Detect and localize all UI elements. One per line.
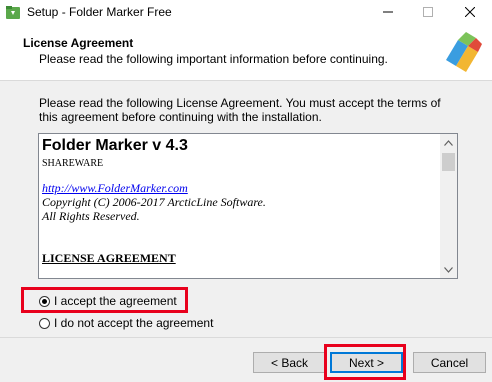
license-edition: SHAREWARE bbox=[42, 158, 104, 169]
decline-option[interactable]: I do not accept the agreement bbox=[39, 316, 213, 330]
maximize-icon bbox=[423, 7, 433, 17]
folder-marker-logo-icon bbox=[446, 32, 482, 72]
chevron-up-icon bbox=[444, 139, 453, 146]
maximize-button[interactable] bbox=[408, 0, 448, 24]
chevron-down-icon bbox=[444, 266, 453, 273]
license-title: Folder Marker v 4.3 bbox=[42, 137, 188, 154]
copyright-text: Copyright (C) 2006-2017 ArcticLine Softw… bbox=[42, 195, 266, 209]
decline-label[interactable]: I do not accept the agreement bbox=[54, 316, 213, 330]
scroll-thumb[interactable] bbox=[442, 153, 455, 171]
website-link[interactable]: http://www.FolderMarker.com bbox=[42, 181, 437, 195]
accept-highlight bbox=[21, 287, 188, 313]
license-content: Folder Marker v 4.3 SHAREWARE http://www… bbox=[42, 136, 437, 266]
close-icon bbox=[465, 7, 475, 17]
license-scrollbar[interactable] bbox=[440, 134, 457, 278]
next-highlight bbox=[324, 344, 406, 380]
wizard-header: License Agreement Please read the follow… bbox=[0, 24, 492, 81]
back-button[interactable]: < Back bbox=[253, 352, 326, 373]
title-bar: Setup - Folder Marker Free bbox=[0, 0, 492, 24]
license-text-box[interactable]: Folder Marker v 4.3 SHAREWARE http://www… bbox=[38, 133, 458, 279]
decline-radio[interactable] bbox=[39, 317, 50, 329]
scroll-down-button[interactable] bbox=[440, 261, 457, 278]
window-title: Setup - Folder Marker Free bbox=[27, 5, 172, 19]
minimize-icon bbox=[383, 11, 393, 13]
cancel-button[interactable]: Cancel bbox=[413, 352, 486, 373]
minimize-button[interactable] bbox=[368, 0, 408, 24]
license-heading: LICENSE AGREEMENT bbox=[42, 251, 176, 265]
close-button[interactable] bbox=[450, 0, 490, 24]
scroll-up-button[interactable] bbox=[440, 134, 457, 151]
page-title: License Agreement bbox=[23, 36, 134, 50]
intro-text: Please read the following License Agreem… bbox=[39, 96, 441, 124]
folder-marker-app-icon bbox=[6, 6, 20, 19]
rights-text: All Rights Reserved. bbox=[42, 209, 140, 223]
page-subtitle: Please read the following important info… bbox=[39, 52, 388, 66]
